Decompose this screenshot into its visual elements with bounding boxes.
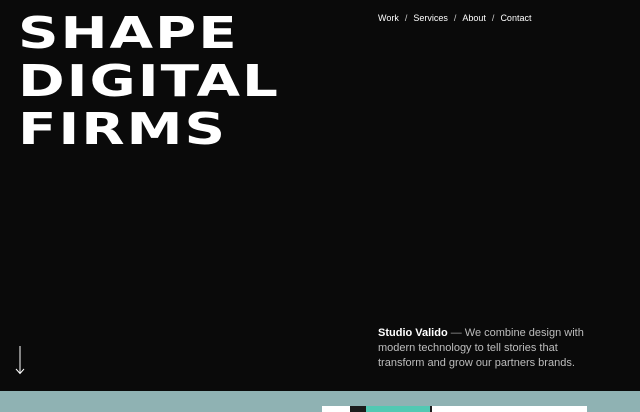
showcase-section <box>0 391 640 412</box>
hero-headline: SHAPE DIGITAL FIRMS <box>18 10 280 154</box>
showcase-card[interactable] <box>322 406 587 412</box>
nav-link-about[interactable]: About <box>462 13 486 23</box>
nav-link-contact[interactable]: Contact <box>500 13 531 23</box>
studio-name: Studio Valido <box>378 327 448 339</box>
studio-intro: Studio Valido — We combine design with m… <box>378 326 588 371</box>
nav-separator: / <box>404 13 408 23</box>
intro-dash: — <box>450 327 462 339</box>
hero-section: SHAPE DIGITAL FIRMS Work / Services / Ab… <box>0 0 640 391</box>
headline-line-1: SHAPE <box>18 8 239 59</box>
nav-link-work[interactable]: Work <box>378 13 399 23</box>
nav-link-services[interactable]: Services <box>413 13 448 23</box>
main-nav: Work / Services / About / Contact <box>378 13 531 23</box>
nav-separator: / <box>491 13 495 23</box>
phone-screen <box>366 406 430 412</box>
headline-line-2: DIGITAL <box>18 56 280 107</box>
arrow-down-icon[interactable] <box>14 345 26 375</box>
headline-line-3: FIRMS <box>18 104 228 155</box>
nav-separator: / <box>453 13 457 23</box>
